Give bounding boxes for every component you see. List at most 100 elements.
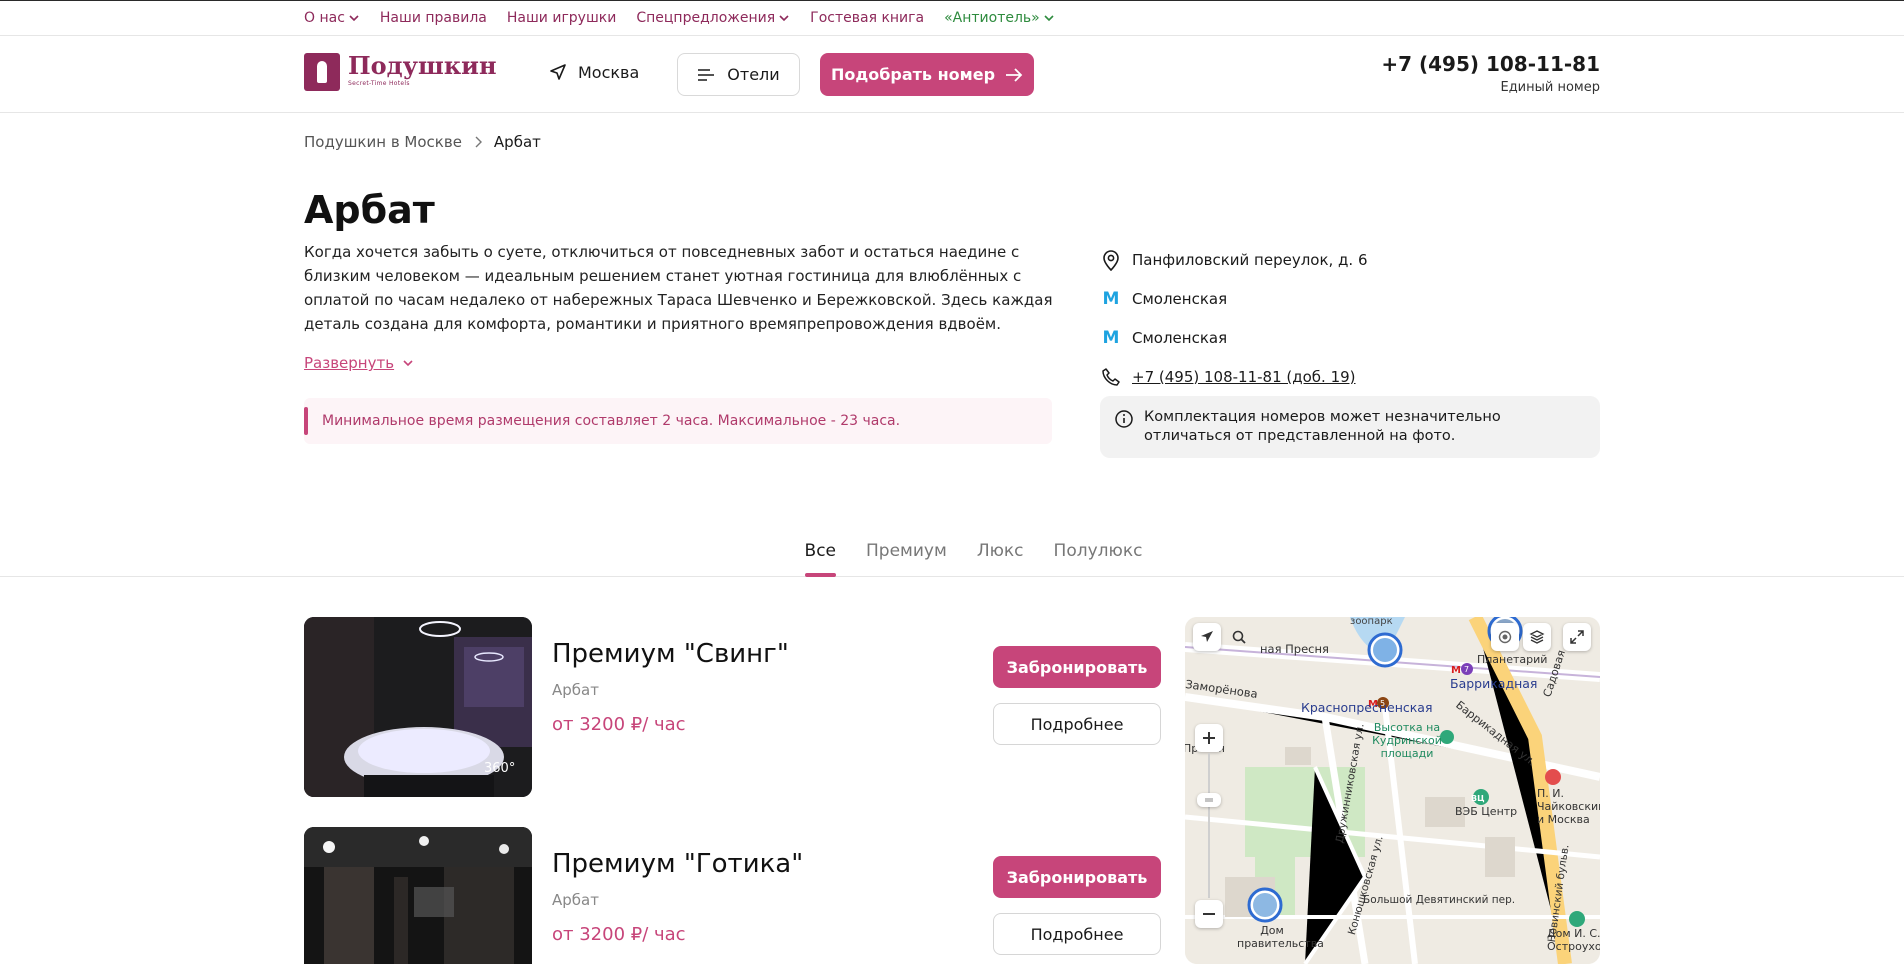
room-location: Арбат [552,681,599,699]
photo-disclaimer-text: Комплектация номеров может незначительно… [1144,409,1501,444]
room-title[interactable]: Премиум "Свинг" [552,639,789,669]
metro-icon: M [1102,327,1120,348]
expand-label: Развернуть [304,354,395,372]
pick-room-label: Подобрать номер [830,65,996,84]
hotel-map[interactable]: M 5 M 7 ВЦ зоопарк ная Пресня Планетарий… [1185,617,1600,964]
metro-row: M Смоленская [1100,318,1600,357]
pick-room-button[interactable]: Подобрать номер [820,53,1034,96]
chevron-right-icon [475,136,482,148]
hotels-button[interactable]: Отели [677,53,800,96]
metro-station: Смоленская [1132,328,1228,347]
tab-lux[interactable]: Люкс [977,530,1024,576]
breadcrumb-parent[interactable]: Подушкин в Москве [304,133,462,151]
details-button[interactable]: Подробнее [993,913,1161,955]
hotel-phone-link[interactable]: +7 (495) 108-11-81 (доб. 19) [1132,368,1356,386]
page-title: Арбат [304,188,435,232]
layers-icon [1529,630,1545,644]
city-selector[interactable]: Москва [548,62,639,82]
metro-row: M Смоленская [1100,279,1600,318]
location-arrow-icon [550,64,566,80]
tab-semilux[interactable]: Полулюкс [1054,530,1143,576]
grip-icon [1205,798,1213,802]
room-price: от 3200 ₽/ час [552,714,686,735]
map-zoom-out-button[interactable] [1195,900,1223,928]
map-label-vysotka: Высотка на Кудринской площади [1372,721,1442,760]
map-locate-button[interactable] [1193,623,1221,651]
photo-disclaimer: Комплектация номеров может незначительно… [1100,396,1600,458]
room-title[interactable]: Премиум "Готика" [552,849,803,879]
address-text: Панфиловский переулок, д. 6 [1132,250,1368,269]
topnav-about[interactable]: О нас [304,10,360,26]
site-logo[interactable]: Подушкин Secret-Time Hotels [304,53,497,91]
topnav-guestbook[interactable]: Гостевая книга [810,10,924,26]
arrow-right-icon [1006,67,1023,82]
chevron-down-icon [349,15,359,22]
topnav-antihotel[interactable]: «Антиотель» [944,10,1055,26]
map-layers-button[interactable] [1523,623,1551,651]
map-zoom-in-button[interactable] [1195,724,1223,752]
chevron-down-icon [403,360,413,367]
room-photo-image [304,827,532,964]
book-button[interactable]: Забронировать [993,646,1161,688]
map-label-zoo: зоопарк [1350,617,1393,627]
svg-text:M: M [1451,665,1461,676]
hotel-info: Панфиловский переулок, д. 6 M Смоленская… [1100,240,1600,396]
room-category-tabs: Все Премиум Люкс Полулюкс [0,530,1904,577]
expand-icon [1570,630,1584,644]
topnav-offers[interactable]: Спецпредложения [636,10,790,26]
breadcrumb-current: Арбат [493,133,541,151]
room-photo[interactable]: 360° [304,617,532,797]
tab-all[interactable]: Все [804,530,837,577]
expand-link[interactable]: Развернуть [304,354,414,372]
plus-icon [1203,732,1215,744]
map-label-devyatinsky: Большой Девятинский пер. [1363,894,1516,906]
room-card: 360° Премиум "Свинг" Арбат от 3200 ₽/ ча… [304,617,1164,797]
room-photo[interactable] [304,827,532,964]
map-veb-badge: ВЦ [1471,794,1485,803]
map-label-krasnopresnenskaya: Краснопресненская [1301,700,1433,715]
map-search-button[interactable] [1225,623,1253,651]
stay-time-notice: Минимальное время размещения составляет … [304,398,1052,444]
header-phone: +7 (495) 108-11-81 Единый номер [1381,52,1600,95]
metro-station: Смоленская [1132,289,1228,308]
tab-premium[interactable]: Премиум [866,530,947,576]
phone-row: +7 (495) 108-11-81 (доб. 19) [1100,357,1600,396]
details-button[interactable]: Подробнее [993,703,1161,745]
phone-number[interactable]: +7 (495) 108-11-81 [1381,52,1600,76]
map-label-presnya: ная Пресня [1260,642,1329,656]
hotel-description: Когда хочется забыть о суете, отключитьс… [304,243,1053,333]
room-photo-image: 360° [304,617,532,797]
map-label-dom-pravitelstva: Дом правительства [1237,924,1324,950]
map-fullscreen-button[interactable] [1563,623,1591,651]
topnav-toys[interactable]: Наши игрушки [507,10,616,26]
map-label-planetarium: Планетарий [1477,653,1548,666]
phone-note: Единый номер [1500,80,1600,95]
chevron-down-icon [779,15,789,22]
minus-icon [1203,913,1215,915]
hotels-button-label: Отели [727,65,780,84]
map-zoom-track[interactable] [1208,753,1210,898]
phone-icon [1100,366,1122,388]
city-label: Москва [578,62,640,82]
book-button[interactable]: Забронировать [993,856,1161,898]
map-label-dom-ostrou: Дом И. С. Остроухов [1547,927,1600,953]
room-price: от 3200 ₽/ час [552,924,686,945]
top-navigation: О нас Наши правила Наши игрушки Спецпред… [0,0,1904,36]
navigation-arrow-icon [1201,631,1213,642]
search-icon [1232,630,1246,644]
map-metro-line-7: 7 [1464,665,1469,674]
room-location: Арбат [552,891,599,909]
photo-360-badge: 360° [484,761,515,776]
notice-text: Минимальное время размещения составляет … [322,413,901,429]
topnav-rules[interactable]: Наши правила [380,10,487,26]
site-header: Подушкин Secret-Time Hotels Москва Отели… [0,36,1904,113]
map-label-barrikadnaya: Баррикадная [1450,676,1538,691]
chevron-down-icon [1044,15,1054,22]
logo-subtitle: Secret-Time Hotels [348,80,410,87]
map-traffic-button[interactable] [1491,623,1519,651]
info-icon [1115,410,1133,428]
address-row: Панфиловский переулок, д. 6 [1100,240,1600,279]
menu-lines-icon [698,68,715,81]
breadcrumb: Подушкин в Москве Арбат [304,133,541,151]
map-zoom-handle[interactable] [1197,793,1221,807]
